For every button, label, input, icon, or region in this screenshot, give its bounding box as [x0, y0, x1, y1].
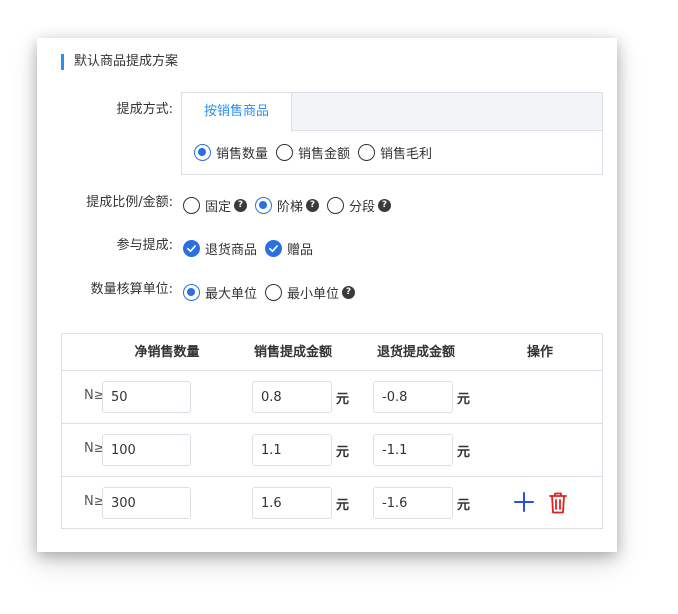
trash-icon[interactable]: [547, 491, 569, 515]
ratio-option-segment[interactable]: 分段 ?: [327, 196, 392, 215]
radio-icon[interactable]: [183, 197, 200, 214]
participate-option-returns[interactable]: 退货商品: [183, 239, 257, 258]
method-option-amount[interactable]: 销售金额: [276, 143, 350, 162]
section-title: 默认商品提成方案: [61, 54, 178, 70]
qty-input[interactable]: [102, 434, 191, 466]
radio-icon[interactable]: [265, 284, 283, 301]
radio-icon[interactable]: [358, 144, 376, 161]
delete-row-button[interactable]: [547, 491, 569, 519]
unit-calc-options: 最大单位 最小单位 ?: [183, 283, 363, 302]
sale-commission-input[interactable]: [252, 381, 332, 413]
ratio-label: 提成比例/金额:: [86, 195, 173, 210]
currency-unit: 元: [336, 498, 350, 513]
ratio-option-tier[interactable]: 阶梯 ?: [255, 196, 320, 215]
table-header: 净销售数量 销售提成金额 退货提成金额 操作: [62, 334, 602, 371]
return-commission-input[interactable]: [373, 434, 453, 466]
participate-options: 退货商品 赠品: [183, 239, 321, 258]
method-option-profit[interactable]: 销售毛利: [358, 143, 432, 162]
radio-icon[interactable]: [255, 197, 273, 214]
sale-commission-input[interactable]: [252, 434, 332, 466]
plus-icon[interactable]: [513, 491, 535, 513]
help-icon[interactable]: ?: [234, 199, 248, 212]
checkbox-checked-icon[interactable]: [265, 240, 283, 257]
radio-icon[interactable]: [194, 144, 211, 161]
help-icon[interactable]: ?: [378, 199, 392, 212]
radio-icon[interactable]: [327, 197, 345, 214]
table-row: N≥ 元 元: [62, 424, 602, 477]
method-box: 按销售商品 销售数量 销售金额 销售毛利: [181, 92, 603, 175]
option-label: 销售数量: [216, 147, 269, 162]
header-actions: 操作: [526, 345, 553, 360]
participate-option-gifts[interactable]: 赠品: [265, 239, 313, 258]
radio-icon[interactable]: [183, 284, 200, 301]
currency-unit: 元: [457, 498, 471, 513]
qty-input[interactable]: [102, 487, 191, 519]
help-icon[interactable]: ?: [306, 199, 320, 212]
option-label: 分段: [349, 200, 376, 215]
option-label: 阶梯: [277, 200, 304, 215]
unit-option-max[interactable]: 最大单位: [183, 283, 257, 302]
ratio-options: 固定 ? 阶梯 ? 分段 ?: [183, 196, 399, 215]
table-row: N≥ 元 元: [62, 477, 602, 530]
table-row: N≥ 元 元: [62, 371, 602, 424]
currency-unit: 元: [336, 445, 350, 460]
option-label: 销售金额: [298, 147, 351, 162]
currency-unit: 元: [336, 392, 350, 407]
qty-input[interactable]: [102, 381, 191, 413]
method-tabs: 按销售商品: [182, 93, 602, 132]
add-row-button[interactable]: [513, 491, 535, 517]
method-options: 销售数量 销售金额 销售毛利: [194, 143, 440, 162]
method-option-qty[interactable]: 销售数量: [194, 143, 268, 162]
tier-table: 净销售数量 销售提成金额 退货提成金额 操作 N≥ 元 元 N≥ 元 元 N≥ …: [61, 333, 603, 529]
return-commission-input[interactable]: [373, 487, 453, 519]
tab-by-sales-goods[interactable]: 按销售商品: [182, 93, 292, 132]
header-net-qty: 净销售数量: [134, 345, 200, 360]
participate-label: 参与提成:: [116, 238, 173, 253]
unit-calc-label: 数量核算单位:: [90, 282, 173, 297]
option-label: 最小单位: [287, 287, 340, 302]
sale-commission-input[interactable]: [252, 487, 332, 519]
ratio-option-fixed[interactable]: 固定 ?: [183, 196, 248, 215]
checkbox-checked-icon[interactable]: [183, 240, 200, 257]
option-label: 固定: [205, 200, 232, 215]
header-sale-commission: 销售提成金额: [253, 345, 332, 360]
option-label: 退货商品: [205, 243, 258, 258]
method-label: 提成方式:: [116, 102, 173, 117]
radio-icon[interactable]: [276, 144, 294, 161]
option-label: 最大单位: [205, 287, 258, 302]
unit-option-min[interactable]: 最小单位 ?: [265, 283, 356, 302]
help-icon[interactable]: ?: [342, 286, 356, 299]
option-label: 赠品: [287, 243, 314, 258]
commission-card: 默认商品提成方案 提成方式: 按销售商品 销售数量 销售金额 销售毛利 提成比例…: [37, 38, 617, 552]
return-commission-input[interactable]: [373, 381, 453, 413]
option-label: 销售毛利: [380, 147, 433, 162]
currency-unit: 元: [457, 392, 471, 407]
header-return-commission: 退货提成金额: [376, 345, 455, 360]
currency-unit: 元: [457, 445, 471, 460]
